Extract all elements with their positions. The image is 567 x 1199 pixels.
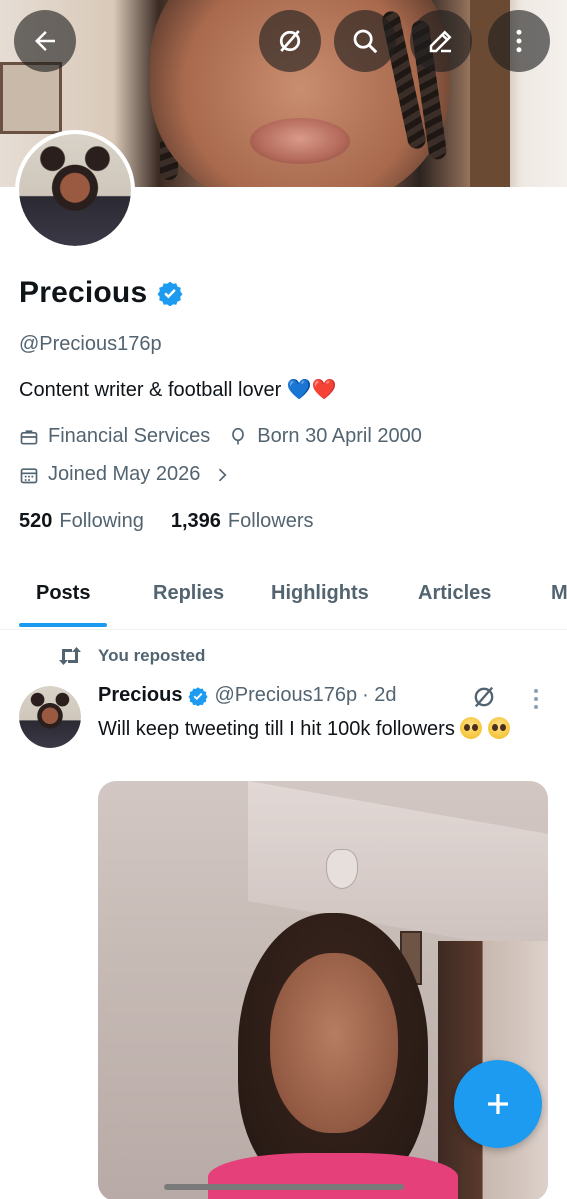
system-home-indicator[interactable] [164, 1184, 404, 1190]
grok-icon [279, 30, 301, 52]
avatar-image [19, 134, 131, 246]
avatar-image [19, 686, 81, 748]
following-count: 520 [19, 510, 53, 532]
plus-icon [488, 1094, 508, 1114]
pleading-face-emoji-icon [460, 717, 483, 739]
briefcase-icon [20, 429, 38, 444]
pleading-face-emoji-icon [487, 717, 510, 739]
balloon-icon [232, 427, 245, 444]
profile-name-text: Precious [19, 276, 148, 309]
grok-button[interactable] [259, 10, 321, 72]
arrow-left-icon [35, 31, 55, 51]
image-shirt [208, 1153, 458, 1199]
grok-icon[interactable] [470, 683, 498, 711]
repost-indicator: You reposted [57, 645, 205, 667]
search-icon [353, 29, 378, 54]
search-button[interactable] [334, 10, 396, 72]
post-author-handle[interactable]: @Precious176p [214, 684, 357, 707]
compose-post-button[interactable] [454, 1060, 542, 1148]
chevron-right-icon [219, 468, 227, 481]
tab-media[interactable]: M [551, 582, 567, 605]
calendar-icon [20, 467, 38, 483]
more-button[interactable] [488, 10, 550, 72]
profile-name: Precious [19, 276, 183, 310]
tab-replies[interactable]: Replies [153, 582, 224, 605]
followers-label: Followers [227, 510, 314, 532]
verified-badge-icon [188, 686, 209, 706]
more-vertical-icon [516, 29, 522, 53]
profile-joined: Joined May 2026 [48, 463, 201, 485]
profile-birthday: Born 30 April 2000 [257, 425, 422, 447]
post-text-content: Will keep tweeting till I hit 100k follo… [98, 718, 455, 740]
post-author-avatar[interactable] [19, 686, 81, 748]
repost-label: You reposted [98, 646, 206, 665]
followers-count: 1,396 [170, 510, 221, 532]
post-header: Precious @Precious176p · 2d [98, 684, 397, 707]
edit-button[interactable] [410, 10, 472, 72]
profile-joined-row[interactable]: Joined May 2026 [19, 463, 241, 486]
image-face [270, 953, 398, 1133]
verified-badge-icon[interactable] [157, 280, 183, 306]
profile-meta-row: Financial Services Born 30 April 2000 [19, 425, 422, 448]
tab-highlights[interactable]: Highlights [271, 582, 369, 605]
profile-tabs: Posts Replies Highlights Articles M [0, 560, 567, 630]
profile-avatar[interactable] [15, 130, 135, 250]
tab-posts[interactable]: Posts [36, 582, 90, 605]
active-tab-indicator [19, 623, 107, 627]
banner-lips [250, 118, 350, 164]
following-link[interactable]: 520 Following [19, 510, 144, 533]
repost-icon [59, 647, 81, 665]
profile-bio: Content writer & football lover 💙❤️ [19, 379, 337, 401]
post-author-name[interactable]: Precious [98, 684, 182, 707]
back-button[interactable] [14, 10, 76, 72]
tab-articles[interactable]: Articles [418, 582, 491, 605]
profile-category: Financial Services [48, 425, 211, 447]
post-text: Will keep tweeting till I hit 100k follo… [98, 714, 548, 744]
post-more-icon[interactable] [528, 686, 544, 712]
profile-handle: @Precious176p [19, 333, 162, 355]
follow-stats: 520 Following 1,396 Followers [19, 510, 341, 533]
image-ceiling-lamp [326, 849, 358, 889]
followers-link[interactable]: 1,396 Followers [171, 510, 314, 533]
post-time[interactable]: · 2d [362, 684, 396, 707]
following-label: Following [59, 510, 144, 532]
edit-pencil-icon [429, 30, 452, 53]
banner-wall-frame [0, 62, 62, 134]
